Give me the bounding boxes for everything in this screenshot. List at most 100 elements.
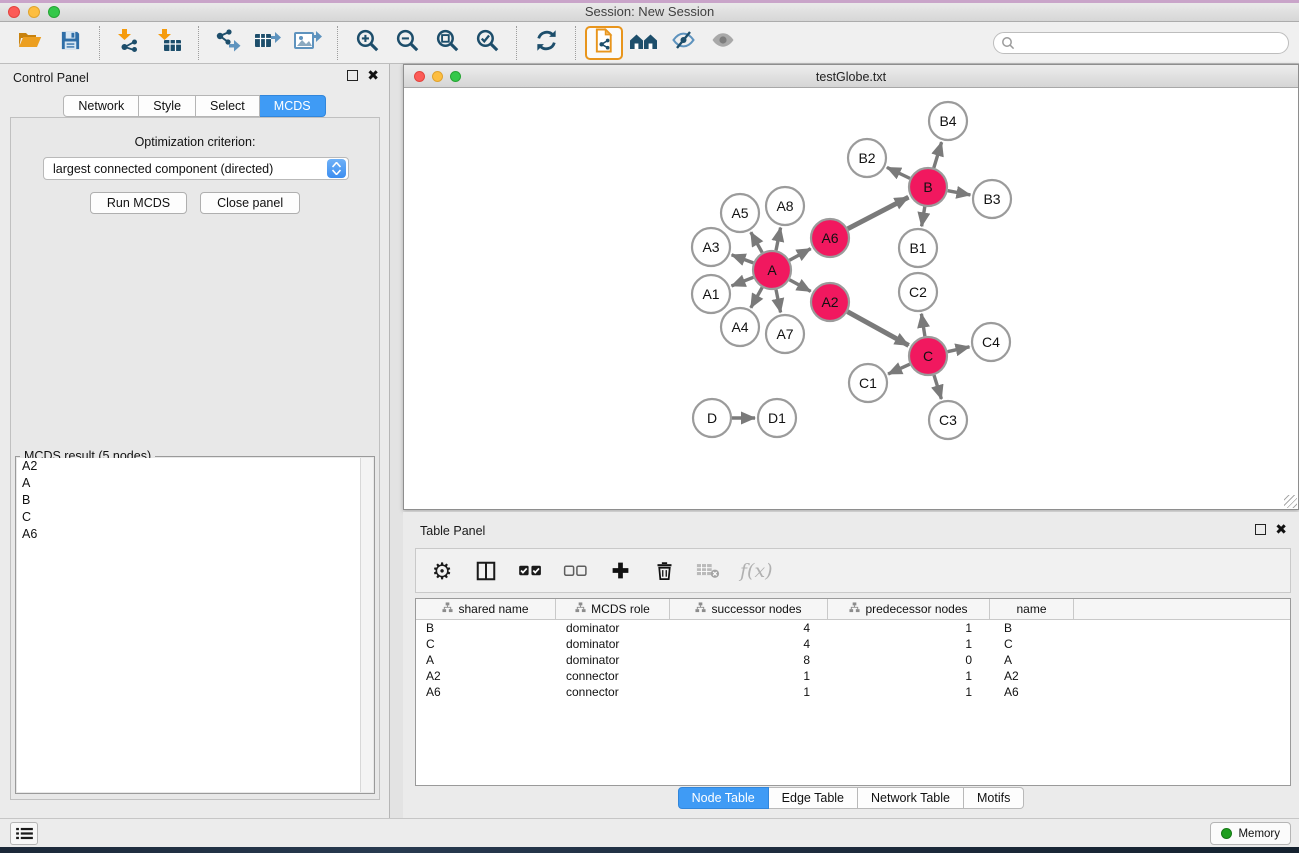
cell-name[interactable]: A6 — [990, 685, 1074, 699]
graph-edge-B-B4[interactable] — [934, 142, 942, 168]
graph-edge-B-B1[interactable] — [922, 207, 925, 227]
open-folder-button[interactable] — [10, 25, 50, 61]
cell-shared-name[interactable]: A — [416, 653, 556, 667]
graph-edge-A-A1[interactable] — [732, 277, 754, 286]
graph-node-C2[interactable]: C2 — [899, 273, 937, 311]
graph-node-B1[interactable]: B1 — [899, 229, 937, 267]
network-window-titlebar[interactable]: testGlobe.txt — [404, 65, 1298, 88]
tab-node-table[interactable]: Node Table — [678, 787, 769, 809]
graph-edge-C-C1[interactable] — [888, 364, 910, 374]
import-table-button[interactable] — [149, 25, 189, 61]
graph-edge-A-A7[interactable] — [776, 290, 781, 313]
zoom-fit-button[interactable] — [427, 25, 467, 61]
cell-MCDS-role[interactable]: connector — [556, 685, 670, 699]
result-item-A[interactable]: A — [17, 475, 373, 492]
graph-node-C[interactable]: C — [909, 337, 947, 375]
column-header-name[interactable]: name — [990, 599, 1074, 619]
column-header-predecessor-nodes[interactable]: predecessor nodes — [828, 599, 990, 619]
import-network-button[interactable] — [109, 25, 149, 61]
tab-edge-table[interactable]: Edge Table — [769, 787, 858, 809]
gear-icon[interactable]: ⚙ — [430, 556, 454, 586]
graph-node-C3[interactable]: C3 — [929, 401, 967, 439]
tab-motifs[interactable]: Motifs — [964, 787, 1024, 809]
graph-edge-A2-C[interactable] — [848, 312, 909, 346]
graph-node-A8[interactable]: A8 — [766, 187, 804, 225]
graph-node-A5[interactable]: A5 — [721, 194, 759, 232]
panel-list-button[interactable] — [10, 822, 38, 845]
float-table-panel-icon[interactable] — [1255, 524, 1266, 535]
export-table-button[interactable] — [248, 25, 288, 61]
unselect-all-icon[interactable] — [563, 556, 588, 586]
cell-MCDS-role[interactable]: dominator — [556, 621, 670, 635]
graph-node-A4[interactable]: A4 — [721, 308, 759, 346]
titlebar[interactable]: Session: New Session — [0, 0, 1299, 22]
show-eye-button[interactable] — [703, 25, 743, 61]
graph-node-A1[interactable]: A1 — [692, 275, 730, 313]
network-canvas[interactable]: B4B2BB3A8A5A6A3B1AA1C2A2A4A7C4CC1C3DD1 — [404, 88, 1298, 509]
criterion-dropdown[interactable]: largest connected component (directed) — [43, 157, 349, 180]
graph-node-A6[interactable]: A6 — [811, 219, 849, 257]
graph-node-D1[interactable]: D1 — [758, 399, 796, 437]
cell-predecessor-nodes[interactable]: 1 — [828, 669, 990, 683]
save-button[interactable] — [50, 25, 90, 61]
graph-node-A3[interactable]: A3 — [692, 228, 730, 266]
cell-name[interactable]: A2 — [990, 669, 1074, 683]
table-row-A[interactable]: Adominator80A — [416, 652, 1290, 668]
column-header-MCDS-role[interactable]: MCDS role — [556, 599, 670, 619]
memory-button[interactable]: Memory — [1210, 822, 1291, 845]
graph-node-A2[interactable]: A2 — [811, 283, 849, 321]
cell-MCDS-role[interactable]: connector — [556, 669, 670, 683]
cell-MCDS-role[interactable]: dominator — [556, 637, 670, 651]
graph-node-B4[interactable]: B4 — [929, 102, 967, 140]
cell-shared-name[interactable]: C — [416, 637, 556, 651]
delete-row-icon[interactable] — [652, 556, 676, 586]
cell-MCDS-role[interactable]: dominator — [556, 653, 670, 667]
tab-network[interactable]: Network — [63, 95, 139, 117]
cell-successor-nodes[interactable]: 1 — [670, 669, 828, 683]
graph-node-A7[interactable]: A7 — [766, 315, 804, 353]
column-header-successor-nodes[interactable]: successor nodes — [670, 599, 828, 619]
float-panel-icon[interactable] — [347, 70, 358, 81]
result-item-A6[interactable]: A6 — [17, 526, 373, 543]
result-item-B[interactable]: B — [17, 492, 373, 509]
cell-predecessor-nodes[interactable]: 1 — [828, 621, 990, 635]
zoom-selected-button[interactable] — [467, 25, 507, 61]
result-item-C[interactable]: C — [17, 509, 373, 526]
tab-network-table[interactable]: Network Table — [858, 787, 964, 809]
table-row-B[interactable]: Bdominator41B — [416, 620, 1290, 636]
hide-eye-button[interactable] — [663, 25, 703, 61]
export-network-button[interactable] — [208, 25, 248, 61]
window-resize-handle[interactable] — [1284, 495, 1297, 508]
graph-node-C1[interactable]: C1 — [849, 364, 887, 402]
column-header-shared-name[interactable]: shared name — [416, 599, 556, 619]
graph-edge-A-A8[interactable] — [776, 228, 781, 251]
cell-shared-name[interactable]: A6 — [416, 685, 556, 699]
table-row-C[interactable]: Cdominator41C — [416, 636, 1290, 652]
graph-edge-C-C4[interactable] — [948, 347, 970, 352]
cell-predecessor-nodes[interactable]: 0 — [828, 653, 990, 667]
graph-node-B3[interactable]: B3 — [973, 180, 1011, 218]
select-all-icon[interactable] — [518, 556, 543, 586]
search-box[interactable] — [993, 32, 1289, 54]
close-table-panel-icon[interactable]: ✖ — [1275, 524, 1287, 535]
run-mcds-button[interactable]: Run MCDS — [90, 192, 187, 214]
tab-select[interactable]: Select — [196, 95, 260, 117]
export-image-button[interactable] — [288, 25, 328, 61]
cell-name[interactable]: B — [990, 621, 1074, 635]
graph-edge-A-A4[interactable] — [751, 287, 762, 307]
mcds-result-list[interactable]: A2ABCA6 — [17, 458, 373, 792]
cell-shared-name[interactable]: B — [416, 621, 556, 635]
tab-style[interactable]: Style — [139, 95, 196, 117]
close-panel-button[interactable]: Close panel — [200, 192, 300, 214]
table-row-A6[interactable]: A6connector11A6 — [416, 684, 1290, 700]
graph-edge-A-A6[interactable] — [790, 249, 811, 261]
cell-name[interactable]: A — [990, 653, 1074, 667]
cell-successor-nodes[interactable]: 4 — [670, 637, 828, 651]
network-share-file-button[interactable] — [585, 26, 623, 60]
graph-node-B[interactable]: B — [909, 168, 947, 206]
graph-edge-B-B2[interactable] — [887, 167, 910, 178]
zoom-in-button[interactable] — [347, 25, 387, 61]
graph-edge-C-C2[interactable] — [921, 314, 925, 337]
add-row-icon[interactable] — [608, 556, 632, 586]
graph-edge-C-C3[interactable] — [934, 375, 941, 399]
